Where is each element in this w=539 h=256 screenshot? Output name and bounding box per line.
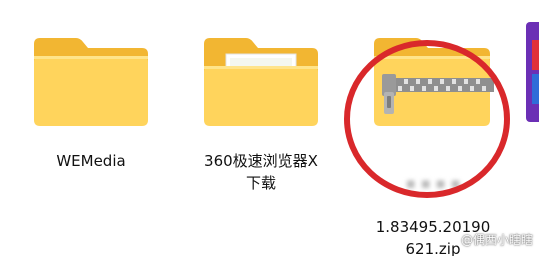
file-name-blurred-part: ▪ ▪ ▪ ▪ [405, 174, 461, 192]
partial-app-icon[interactable] [524, 0, 539, 140]
watermark-text: @偶西小瞎瞎 [460, 233, 533, 247]
file-item-wemedia[interactable]: WEMedia [16, 0, 166, 232]
folder-icon [34, 38, 148, 126]
folder-with-document-icon [204, 38, 318, 126]
toutiao-logo-icon [444, 233, 457, 246]
file-item-360-download[interactable]: 360极速浏览器X 下载 [186, 0, 336, 232]
watermark: @偶西小瞎瞎 [444, 231, 533, 248]
file-name: WEMedia [56, 152, 126, 170]
zip-folder-icon [374, 38, 494, 126]
desktop: WEMedia 360极速浏览器X 下载 ▪ ▪ ▪ ▪ 1.83495.201… [0, 0, 539, 256]
file-item-zip[interactable]: ▪ ▪ ▪ ▪ 1.83495.20190 621.zip [358, 0, 508, 256]
file-name: 360极速浏览器X 下载 [204, 152, 318, 192]
